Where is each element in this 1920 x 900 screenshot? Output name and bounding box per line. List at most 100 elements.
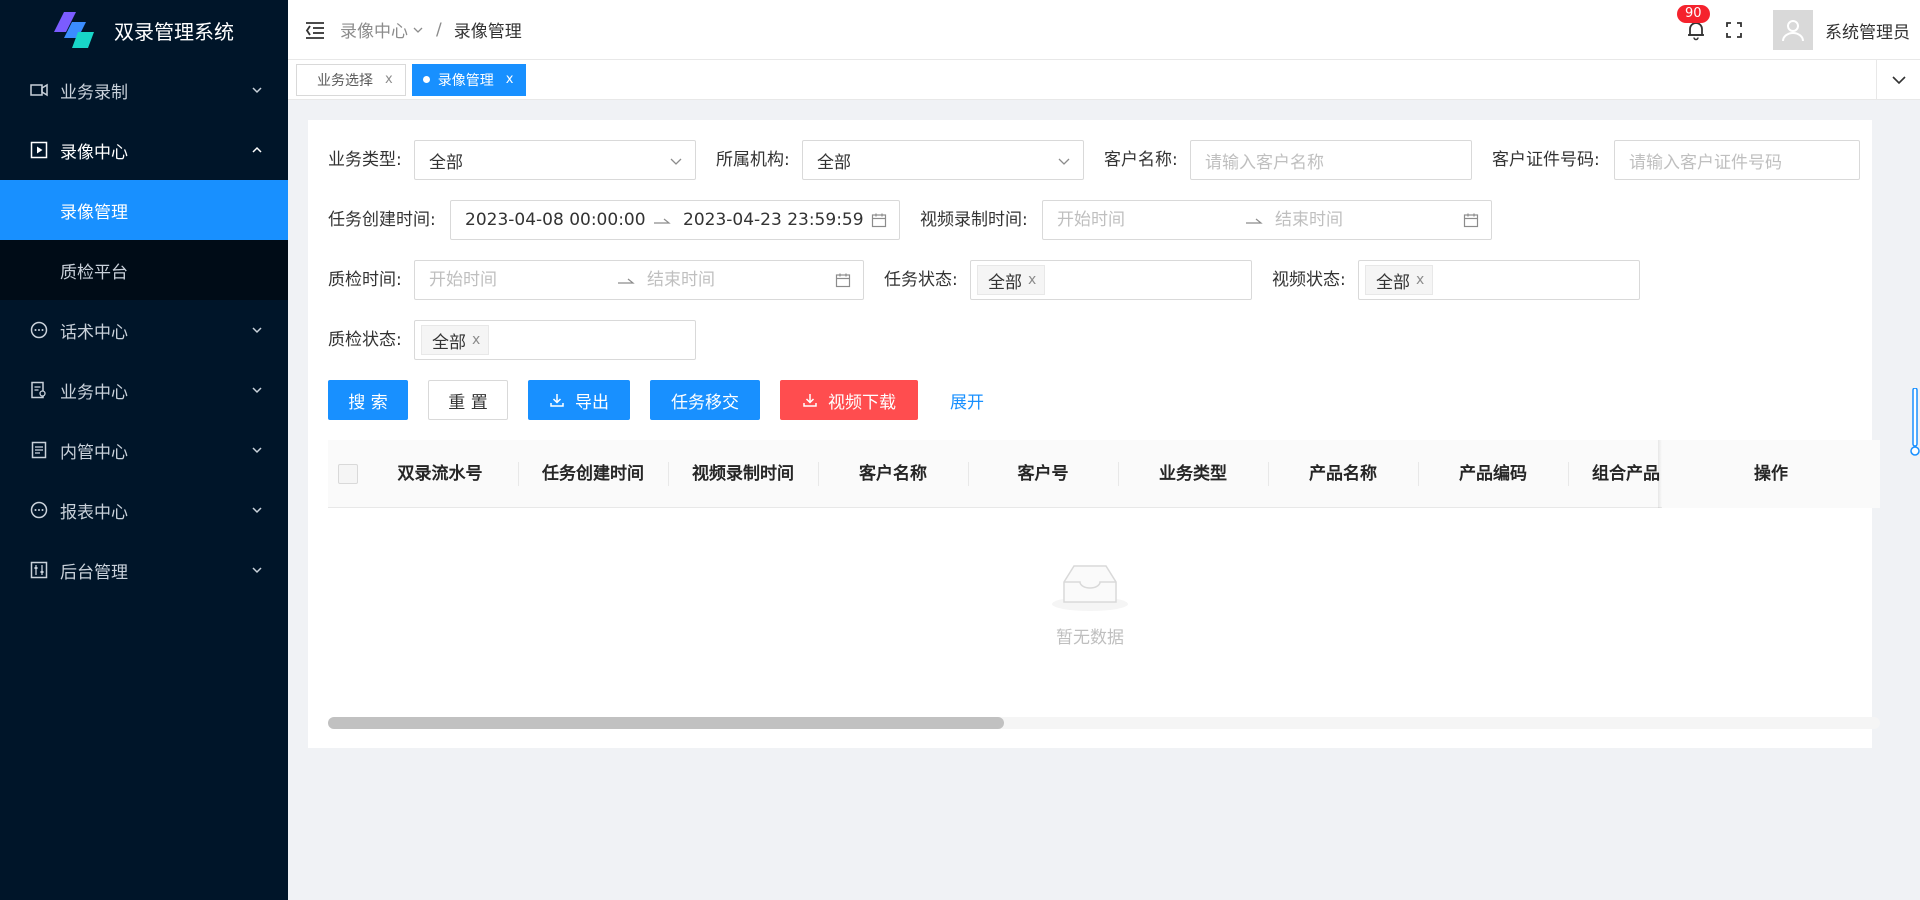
- range-end[interactable]: 结束时间: [647, 261, 715, 299]
- selected-tag: 全部 x: [421, 325, 490, 355]
- task-created-time-range[interactable]: 2023-04-08 00:00:00 2023-04-23 23:59:59: [450, 200, 900, 240]
- column-header[interactable]: 业务类型: [1118, 440, 1268, 508]
- tab-business-select[interactable]: 业务选择 x: [296, 63, 406, 96]
- customer-name-placeholder: 请输入客户名称: [1205, 152, 1324, 173]
- sidebar-item-report-center[interactable]: 报表中心: [0, 480, 288, 540]
- range-start[interactable]: 开始时间: [429, 261, 497, 299]
- sidebar-item-label: 业务录制: [60, 82, 128, 103]
- video-status-select[interactable]: 全部 x: [1358, 260, 1640, 300]
- tab-close-icon[interactable]: x: [506, 72, 514, 87]
- tag-label: 全部: [432, 332, 466, 353]
- sidebar-item-business-record[interactable]: 业务录制: [0, 60, 288, 120]
- sidebar-item-label: 内管中心: [60, 442, 128, 463]
- username[interactable]: 系统管理员: [1825, 18, 1910, 43]
- tab-dropdown-button[interactable]: [1876, 60, 1920, 100]
- range-start[interactable]: 2023-04-08 00:00:00: [465, 201, 646, 239]
- empty-inbox-icon: [1052, 565, 1128, 611]
- fullscreen-icon[interactable]: [1725, 21, 1743, 39]
- chevron-down-icon: [670, 158, 682, 165]
- arrow-right-icon: [1246, 218, 1263, 224]
- audit-icon: [30, 381, 48, 399]
- breadcrumb-separator: /: [436, 19, 442, 40]
- scrollbar-thumb[interactable]: [328, 717, 1004, 729]
- sidebar: 双录管理系统 业务录制 录像中心 录像管理 质检平台 话术中心 业务中心 内管中…: [0, 0, 288, 900]
- column-header[interactable]: 客户号: [968, 440, 1118, 508]
- range-end[interactable]: 结束时间: [1275, 201, 1343, 239]
- play-square-icon: [30, 141, 48, 159]
- video-record-time-label: 视频录制时间:: [920, 210, 1028, 230]
- video-icon: [30, 81, 48, 99]
- task-created-time-label: 任务创建时间:: [328, 210, 436, 230]
- task-status-label: 任务状态:: [884, 270, 958, 290]
- avatar[interactable]: [1773, 10, 1813, 50]
- customer-id-input[interactable]: 请输入客户证件号码: [1614, 140, 1860, 180]
- download-icon: [803, 394, 817, 407]
- scroll-thumb-icon: [1910, 387, 1920, 456]
- column-header[interactable]: 客户名称: [818, 440, 968, 508]
- range-start[interactable]: 开始时间: [1057, 201, 1125, 239]
- tab-close-icon[interactable]: x: [385, 72, 393, 87]
- menu-fold-icon[interactable]: [304, 19, 326, 41]
- message-icon: [30, 321, 48, 339]
- chevron-down-icon: [252, 87, 262, 94]
- column-header[interactable]: 产品名称: [1268, 440, 1418, 508]
- download-icon: [550, 394, 564, 407]
- export-button[interactable]: 导出: [528, 380, 630, 420]
- select-all-checkbox[interactable]: [338, 464, 358, 484]
- breadcrumb: 录像中心 / 录像管理: [340, 17, 522, 43]
- column-header[interactable]: 双录流水号: [370, 440, 510, 508]
- tab-label: 录像管理: [437, 72, 494, 89]
- tag-close-icon[interactable]: x: [1416, 272, 1424, 288]
- export-label: 导出: [575, 392, 609, 413]
- business-type-select[interactable]: 全部: [414, 140, 696, 180]
- video-download-button[interactable]: 视频下载: [780, 380, 918, 420]
- tag-close-icon[interactable]: x: [472, 332, 480, 348]
- sidebar-item-internal-center[interactable]: 内管中心: [0, 420, 288, 480]
- column-header[interactable]: 组合产品: [1568, 440, 1668, 508]
- expand-link[interactable]: 展开: [932, 380, 1002, 420]
- notification-button[interactable]: 90: [1677, 5, 1710, 41]
- horizontal-scrollbar[interactable]: [328, 717, 1880, 729]
- sidebar-item-label: 业务中心: [60, 382, 128, 403]
- breadcrumb-current: 录像管理: [453, 22, 522, 42]
- range-end[interactable]: 2023-04-23 23:59:59: [683, 201, 864, 239]
- search-button[interactable]: 搜 索: [328, 380, 408, 420]
- sidebar-item-qc-platform[interactable]: 质检平台: [0, 240, 288, 300]
- tag-label: 全部: [1376, 272, 1410, 293]
- sidebar-item-business-center[interactable]: 业务中心: [0, 360, 288, 420]
- active-dot: [422, 76, 430, 83]
- qc-status-select[interactable]: 全部 x: [414, 320, 696, 360]
- table-header: 双录流水号 任务创建时间 视频录制时间 客户名称 客户号 业务类型 产品名称 产…: [328, 440, 1880, 508]
- column-header[interactable]: 产品编码: [1418, 440, 1568, 508]
- sidebar-item-script-center[interactable]: 话术中心: [0, 300, 288, 360]
- tag-close-icon[interactable]: x: [1028, 272, 1036, 288]
- vertical-scroll-indicator[interactable]: [1910, 387, 1920, 458]
- chevron-down-icon: [252, 387, 262, 394]
- column-header[interactable]: 任务创建时间: [518, 440, 668, 508]
- arrow-right-icon: [654, 218, 671, 224]
- sidebar-item-video-management[interactable]: 录像管理: [0, 180, 288, 240]
- calendar-icon: [871, 213, 887, 228]
- customer-name-input[interactable]: 请输入客户名称: [1190, 140, 1472, 180]
- qc-time-label: 质检时间:: [328, 270, 402, 290]
- institution-select[interactable]: 全部: [802, 140, 1084, 180]
- task-status-select[interactable]: 全部 x: [970, 260, 1252, 300]
- qc-time-range[interactable]: 开始时间 结束时间: [414, 260, 864, 300]
- column-header-operations[interactable]: 操作: [1662, 440, 1880, 508]
- sidebar-item-admin[interactable]: 后台管理: [0, 540, 288, 600]
- task-transfer-button[interactable]: 任务移交: [650, 380, 760, 420]
- business-type-value: 全部: [429, 152, 463, 173]
- breadcrumb-parent[interactable]: 录像中心: [340, 17, 408, 42]
- chevron-down-icon: [1058, 158, 1070, 165]
- chevron-down-icon[interactable]: [412, 24, 424, 36]
- sidebar-item-video-center[interactable]: 录像中心: [0, 120, 288, 180]
- calendar-icon: [835, 273, 851, 288]
- tab-video-management[interactable]: 录像管理 x: [411, 63, 527, 96]
- chevron-down-icon: [1891, 76, 1906, 85]
- video-record-time-range[interactable]: 开始时间 结束时间: [1042, 200, 1492, 240]
- qc-status-label: 质检状态:: [328, 330, 402, 350]
- column-header[interactable]: 视频录制时间: [668, 440, 818, 508]
- reset-button[interactable]: 重 置: [428, 380, 508, 420]
- tag-label: 全部: [988, 272, 1022, 293]
- logo[interactable]: 双录管理系统: [0, 0, 288, 60]
